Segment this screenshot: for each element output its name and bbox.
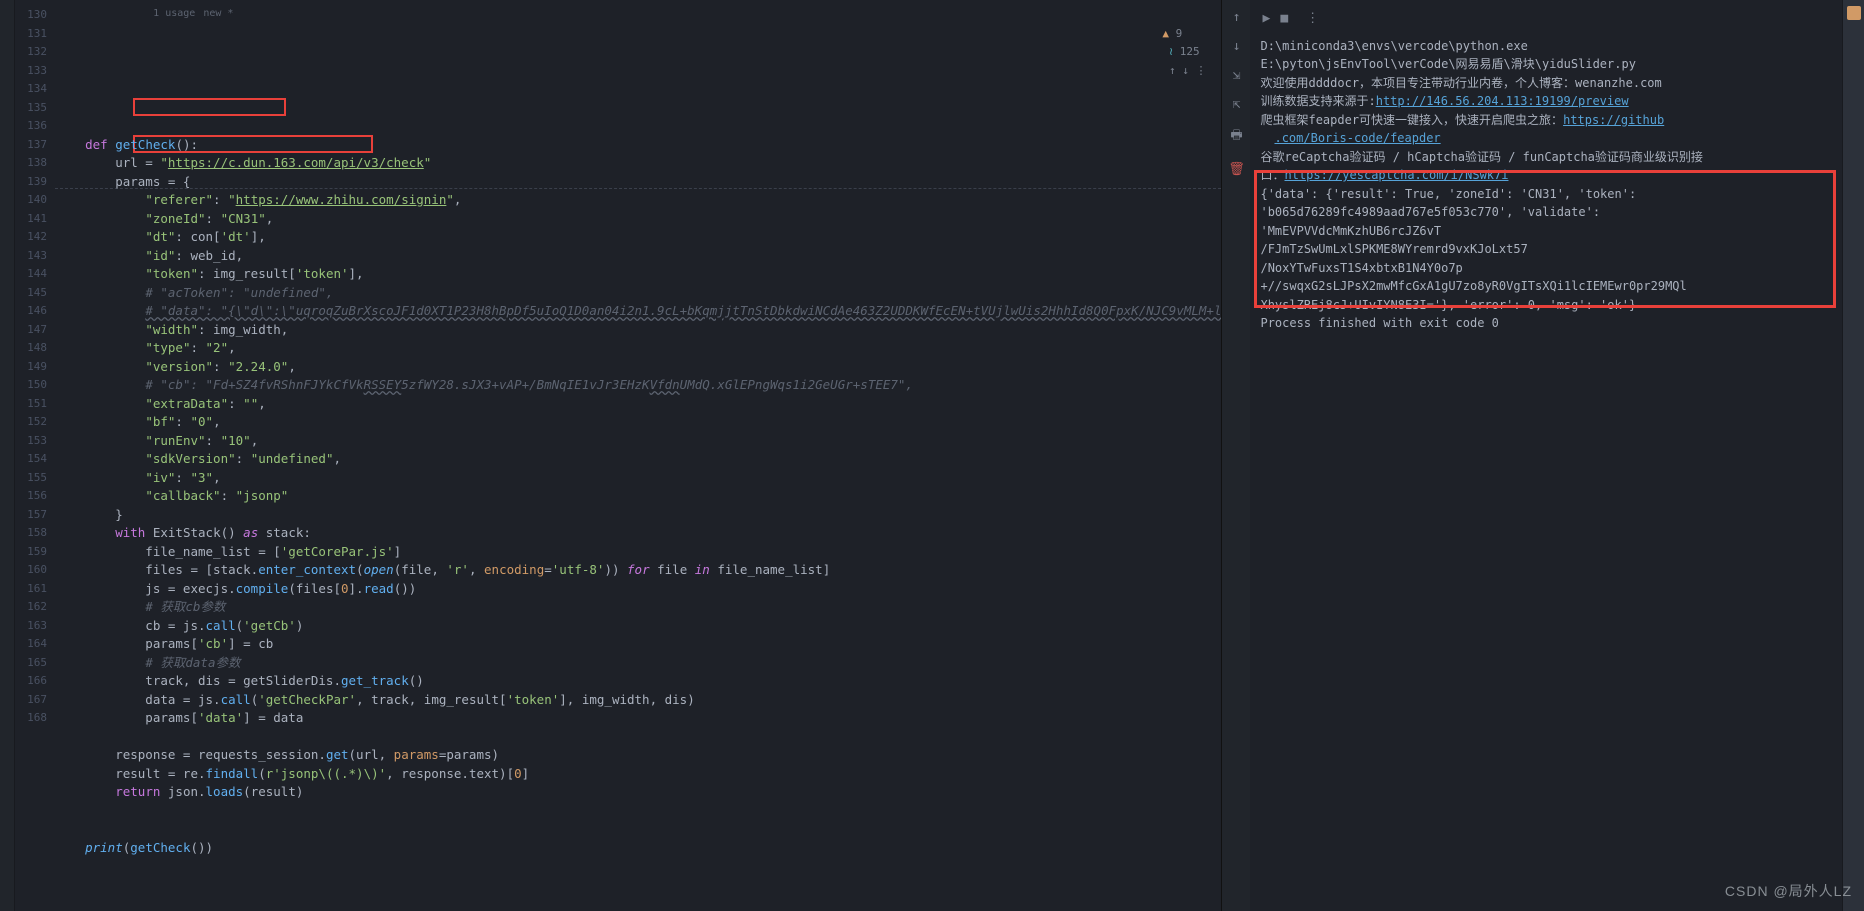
- console-controls: ▶ ■ ⋮: [1260, 8, 1832, 37]
- more-icon[interactable]: ⋮: [1306, 10, 1319, 29]
- warning-icon: ▲: [1162, 27, 1175, 40]
- inlay-hints: 1 usagenew *: [105, 0, 241, 42]
- db-icon[interactable]: [1847, 6, 1861, 20]
- typo-icon: ≀: [1162, 45, 1179, 58]
- right-sidebar: [1842, 0, 1864, 911]
- wrap-icon[interactable]: ⇲: [1233, 68, 1241, 83]
- up-icon[interactable]: ↑: [1233, 10, 1241, 25]
- editor-panel: 1301311321331341351361371381391401411421…: [0, 0, 1222, 911]
- console-side-toolbar: ↑ ↓ ⇲ ⇱ 🖶 🗑: [1222, 0, 1250, 911]
- console-panel: ▶ ■ ⋮ D:\miniconda3\envs\vercode\python.…: [1250, 0, 1842, 911]
- up-icon[interactable]: ↑: [1162, 64, 1182, 77]
- highlight-box-dt: [133, 98, 286, 116]
- inspection-summary[interactable]: ▲ 9 ≀ 125 ↑ ↓ ⋮: [1109, 6, 1206, 99]
- down-icon[interactable]: ↓: [1233, 39, 1241, 54]
- watermark: CSDN @局外人LZ: [1725, 881, 1852, 901]
- rerun-icon[interactable]: ▶: [1262, 10, 1270, 29]
- scroll-icon[interactable]: ⇱: [1233, 97, 1241, 112]
- left-gutter: [0, 0, 15, 911]
- trash-icon[interactable]: 🗑: [1228, 162, 1245, 177]
- more-icon[interactable]: ⋮: [1195, 64, 1206, 77]
- print-icon[interactable]: 🖶: [1230, 126, 1242, 148]
- highlight-box-result: [1254, 170, 1836, 308]
- line-numbers: 1301311321331341351361371381391401411421…: [15, 0, 55, 911]
- code-area[interactable]: 1 usagenew * ▲ 9 ≀ 125 ↑ ↓ ⋮ def getChec…: [55, 0, 1221, 911]
- down-icon[interactable]: ↓: [1182, 64, 1195, 77]
- stop-icon[interactable]: ■: [1280, 10, 1288, 29]
